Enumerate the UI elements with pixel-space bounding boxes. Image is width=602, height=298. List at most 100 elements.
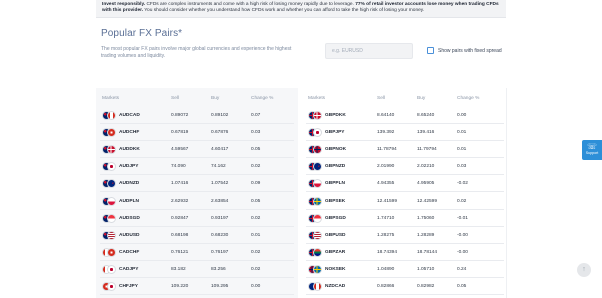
sell-price[interactable]: 109.220 [171, 284, 188, 289]
table-row[interactable]: GBPNOK 11.78794 11.79794 0.01 [306, 141, 504, 159]
buy-price[interactable]: 1.28289 [417, 233, 434, 238]
table-row[interactable]: NOKSEK 1.04890 1.05710 0.24 [306, 261, 504, 278]
sell-price[interactable]: 8.64140 [377, 113, 394, 118]
sell-price[interactable]: 83.182 [171, 267, 186, 272]
pair-symbol: AUDUSD [119, 232, 140, 238]
page: Invest responsibly. CFDs are complex ins… [0, 0, 602, 298]
table-row[interactable]: GBPSEK 12.41599 12.42599 0.02 [306, 193, 504, 210]
sell-price[interactable]: 1.28275 [377, 233, 394, 238]
support-button[interactable]: ☏ Support [582, 140, 602, 160]
table-row[interactable]: GBPZAR 18.74394 18.78144 -0.00 [306, 244, 504, 261]
risk-warning-bold: Invest responsibly. [102, 2, 146, 7]
fixed-spread-toggle[interactable]: Show pairs with fixed spread [427, 47, 502, 54]
sell-price[interactable]: 139.392 [377, 130, 394, 135]
pair-symbol: CADJPY [119, 266, 139, 272]
table-row[interactable]: CADCHF 0.76121 0.76197 0.02 [100, 244, 294, 261]
buy-price[interactable]: 18.78144 [417, 250, 437, 255]
table-row[interactable]: GBPJPY 139.392 139.416 0.01 [306, 124, 504, 142]
buy-price[interactable]: 12.42599 [417, 199, 437, 204]
sell-price[interactable]: 11.78794 [377, 147, 397, 152]
pair-symbol: NZDCAD [325, 284, 346, 289]
sell-price[interactable]: 0.68198 [171, 233, 188, 238]
buy-price[interactable]: 109.295 [211, 284, 228, 289]
buy-price[interactable]: 83.256 [211, 267, 226, 272]
buy-price[interactable]: 11.79794 [417, 147, 437, 152]
table-row[interactable]: AUDCAD 0.89072 0.89102 0.07 [100, 107, 294, 124]
sell-price[interactable]: 0.67819 [171, 130, 188, 135]
buy-price[interactable]: 0.68230 [211, 233, 228, 238]
buy-price[interactable]: 74.162 [211, 164, 226, 169]
table-row[interactable]: AUDJPY 74.090 74.162 0.02 [100, 158, 294, 176]
pair-symbol: GBPPLN [325, 181, 345, 187]
currency-pair-flags [102, 213, 116, 223]
buy-price[interactable]: 8.65240 [417, 113, 434, 118]
buy-price[interactable]: 2.63854 [211, 199, 228, 204]
sell-price[interactable]: 2.62932 [171, 199, 188, 204]
column-markets: Markets [308, 96, 326, 101]
table-row[interactable]: AUDPLN 2.62932 2.63854 0.05 [100, 193, 294, 210]
sell-price[interactable]: 12.41599 [377, 199, 397, 204]
pair-symbol: GBPNOK [325, 147, 347, 153]
buy-price[interactable]: 1.05710 [417, 267, 434, 272]
table-row[interactable]: NZDCAD 0.82866 0.82982 0.05 [306, 278, 504, 295]
buy-price[interactable]: 1.75060 [417, 216, 434, 221]
table-header: Markets Sell Buy Change % [96, 96, 298, 104]
table-row[interactable]: AUDSGD 0.92847 0.93197 0.02 [100, 210, 294, 227]
table-row[interactable]: CADJPY 83.182 83.256 0.02 [100, 261, 294, 278]
table-row[interactable]: GBPPLN 4.94355 4.95905 -0.02 [306, 175, 504, 193]
table-row[interactable]: AUDCHF 0.67819 0.67876 0.03 [100, 124, 294, 142]
change-percent: 0.05 [457, 284, 467, 289]
sell-price[interactable]: 0.89072 [171, 113, 188, 118]
sell-price[interactable]: 0.76121 [171, 250, 188, 255]
sell-price[interactable]: 1.74710 [377, 216, 394, 221]
column-change: Change % [457, 96, 480, 101]
change-percent: 0.24 [457, 266, 467, 272]
table-row[interactable]: GBPNZD 2.01990 2.02210 0.03 [306, 158, 504, 176]
sell-price[interactable]: 0.82866 [377, 284, 394, 289]
sell-price[interactable]: 1.07416 [171, 181, 188, 186]
buy-price[interactable]: 139.416 [417, 130, 434, 135]
change-percent: 0.01 [457, 147, 467, 153]
sell-price[interactable]: 18.74394 [377, 250, 397, 255]
table-row[interactable]: AUDUSD 0.68198 0.68230 0.01 [100, 227, 294, 244]
buy-price[interactable]: 0.82982 [417, 284, 434, 289]
sell-price[interactable]: 4.59567 [171, 147, 188, 152]
table-row[interactable]: AUDNZD 1.07416 1.07542 0.09 [100, 175, 294, 193]
buy-price[interactable]: 0.67876 [211, 130, 228, 135]
table-row[interactable]: GBPUSD 1.28275 1.28289 -0.00 [306, 227, 504, 244]
buy-price[interactable]: 4.60417 [211, 147, 228, 152]
change-percent: 0.09 [251, 181, 261, 187]
us-flag-icon [107, 230, 116, 240]
sell-price[interactable]: 1.04890 [377, 267, 394, 272]
table-row[interactable]: GBPSGD 1.74710 1.75060 -0.01 [306, 210, 504, 227]
currency-pair-flags [308, 213, 322, 223]
arrow-up-icon: ↑ [582, 266, 586, 273]
column-change: Change % [251, 96, 274, 101]
pl-flag-icon [107, 196, 116, 206]
sell-price[interactable]: 74.090 [171, 164, 186, 169]
currency-pair-flags [102, 179, 116, 189]
buy-price[interactable]: 0.93197 [211, 216, 228, 221]
buy-price[interactable]: 0.76197 [211, 250, 228, 255]
scroll-to-top-button[interactable]: ↑ [577, 263, 591, 277]
buy-price[interactable]: 4.95905 [417, 181, 434, 186]
dk-flag-icon [107, 145, 116, 155]
change-percent: 0.01 [457, 130, 467, 136]
currency-pair-flags [102, 145, 116, 155]
buy-price[interactable]: 1.07542 [211, 181, 228, 186]
pair-symbol: AUDPLN [119, 198, 139, 204]
table-row[interactable]: CHFJPY 109.220 109.295 0.00 [100, 278, 294, 295]
buy-price[interactable]: 0.89102 [211, 113, 228, 118]
currency-pair-flags [102, 264, 116, 274]
sell-price[interactable]: 4.94355 [377, 181, 394, 186]
currency-pair-flags [102, 230, 116, 240]
sell-price[interactable]: 0.92847 [171, 216, 188, 221]
sell-price[interactable]: 2.01990 [377, 164, 394, 169]
buy-price[interactable]: 2.02210 [417, 164, 434, 169]
search-input[interactable] [325, 43, 413, 59]
currency-pair-flags [308, 145, 322, 155]
table-row[interactable]: AUDDKK 4.59567 4.60417 0.05 [100, 141, 294, 159]
pair-symbol: GBPZAR [325, 249, 346, 255]
table-row[interactable]: GBPDKK 8.64140 8.65240 0.00 [306, 107, 504, 124]
fixed-spread-checkbox[interactable] [427, 47, 434, 54]
